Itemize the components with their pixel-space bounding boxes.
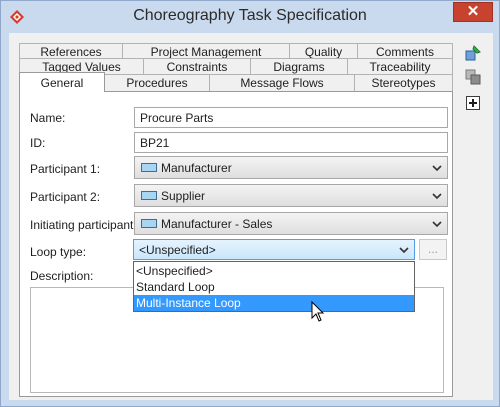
- loop-type-combo[interactable]: <Unspecified>: [133, 239, 415, 260]
- participant-swatch-icon: [141, 191, 157, 200]
- tab-message-flows[interactable]: Message Flows: [209, 74, 355, 91]
- title-bar[interactable]: Choreography Task Specification ✕: [1, 1, 499, 33]
- chevron-down-icon: [432, 165, 442, 172]
- loop-type-dropdown-list: <Unspecified> Standard Loop Multi-Instan…: [133, 261, 415, 312]
- participant2-value: Supplier: [161, 189, 206, 203]
- tab-diagrams[interactable]: Diagrams: [250, 58, 348, 75]
- tab-row-3: General Procedures Message Flows Stereot…: [19, 72, 453, 92]
- tab-stereotypes[interactable]: Stereotypes: [354, 74, 453, 91]
- window-title: Choreography Task Specification: [133, 7, 367, 24]
- participant1-value: Manufacturer: [161, 161, 232, 175]
- tab-traceability[interactable]: Traceability: [347, 58, 453, 75]
- tab-constraints[interactable]: Constraints: [143, 58, 251, 75]
- tab-general[interactable]: General: [19, 72, 105, 92]
- name-label: Name:: [30, 111, 66, 125]
- dialog-client-area: References Project Management Quality Co…: [9, 33, 493, 400]
- participant1-combo[interactable]: Manufacturer: [134, 156, 448, 179]
- chevron-down-icon: [432, 193, 442, 200]
- loop-type-value: <Unspecified>: [139, 243, 216, 257]
- description-label: Description:: [30, 269, 94, 283]
- participant2-combo[interactable]: Supplier: [134, 184, 448, 207]
- chevron-down-icon: [399, 247, 409, 254]
- loop-type-ellipsis-button[interactable]: ...: [419, 239, 447, 260]
- id-field[interactable]: BP21: [134, 132, 448, 153]
- participant1-label: Participant 1:: [30, 162, 101, 176]
- add-icon[interactable]: [465, 95, 481, 111]
- initiating-participant-combo[interactable]: Manufacturer - Sales: [134, 212, 448, 235]
- name-field[interactable]: Procure Parts: [134, 107, 448, 128]
- loop-type-label: Loop type:: [30, 245, 87, 259]
- initiating-participant-label: Initiating participant:: [30, 218, 137, 232]
- layers-icon[interactable]: [465, 69, 481, 85]
- initiating-participant-value: Manufacturer - Sales: [161, 217, 273, 231]
- tab-procedures[interactable]: Procedures: [104, 74, 210, 91]
- loop-option-standard[interactable]: Standard Loop: [134, 279, 414, 295]
- loop-option-multi-instance[interactable]: Multi-Instance Loop: [134, 295, 414, 311]
- close-button[interactable]: ✕: [453, 2, 493, 22]
- mouse-cursor-icon: [311, 301, 325, 322]
- chevron-down-icon: [432, 221, 442, 228]
- loop-option-unspecified[interactable]: <Unspecified>: [134, 263, 414, 279]
- participant-swatch-icon: [141, 219, 157, 228]
- id-label: ID:: [30, 136, 46, 150]
- dialog-window: Choreography Task Specification ✕ Refere…: [0, 0, 500, 407]
- participant-swatch-icon: [141, 163, 157, 172]
- participant2-label: Participant 2:: [30, 190, 101, 204]
- pin-icon[interactable]: [465, 45, 481, 61]
